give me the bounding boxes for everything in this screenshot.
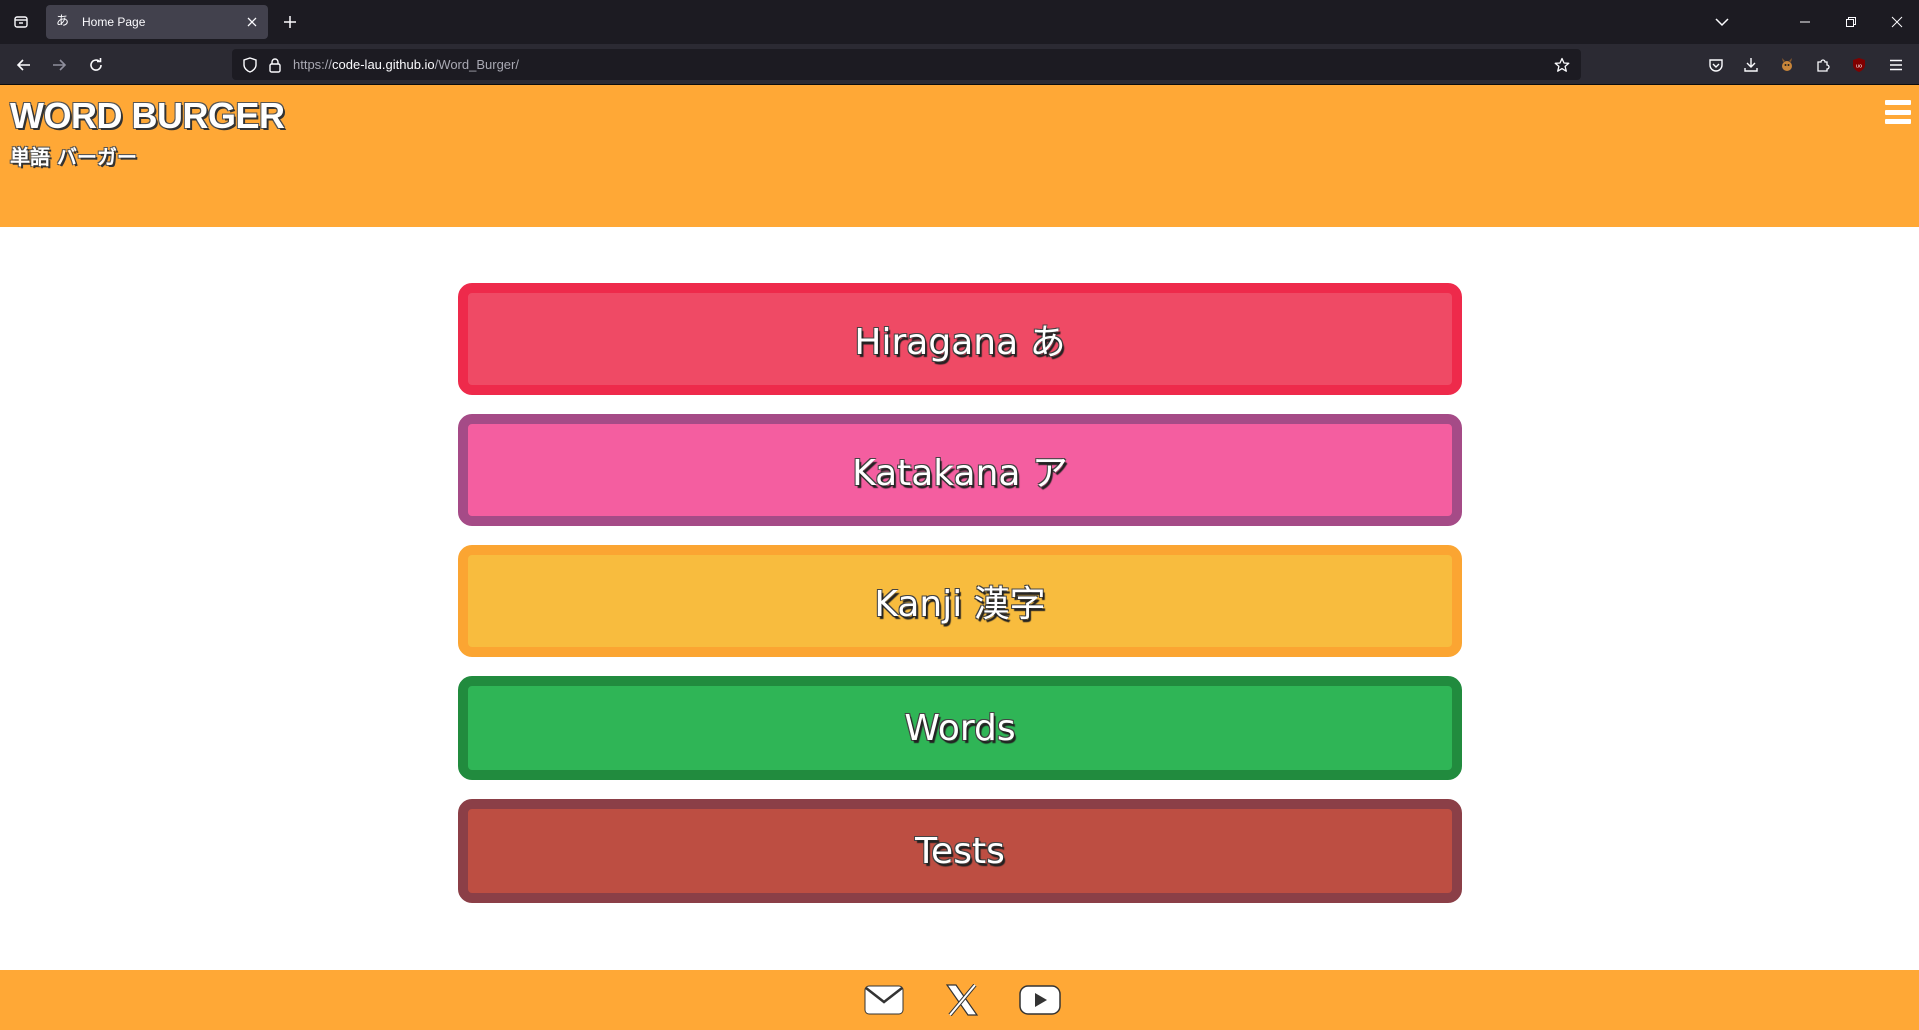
- hiragana-button[interactable]: Hiragana あ: [458, 283, 1462, 395]
- tracking-protection-shield-icon[interactable]: [241, 56, 259, 74]
- close-window-icon[interactable]: [1887, 12, 1907, 32]
- hamburger-menu-icon[interactable]: [1885, 100, 1911, 124]
- site-footer: [0, 970, 1919, 1030]
- address-bar[interactable]: https://code-lau.github.io/Word_Burger/: [232, 49, 1581, 80]
- extensions-puzzle-icon[interactable]: [1813, 55, 1833, 75]
- site-header: WORD BURGER 単語 バーガー: [0, 85, 1919, 227]
- url-path: /Word_Burger/: [434, 57, 519, 72]
- youtube-icon[interactable]: [1019, 980, 1061, 1020]
- kanji-button[interactable]: Kanji 漢字: [458, 545, 1462, 657]
- app-menu-icon[interactable]: [1886, 55, 1906, 75]
- pocket-icon[interactable]: [1706, 55, 1726, 75]
- browser-tab-home[interactable]: あ Home Page: [46, 5, 268, 39]
- svg-text:uo: uo: [1856, 64, 1862, 70]
- tab-title: Home Page: [82, 15, 146, 29]
- minimize-window-icon[interactable]: [1795, 12, 1815, 32]
- url-text[interactable]: https://code-lau.github.io/Word_Burger/: [293, 57, 519, 72]
- ublock-shield-icon[interactable]: uo: [1849, 55, 1869, 75]
- extension-dog-icon[interactable]: [1777, 55, 1797, 75]
- browser-tab-bar: あ Home Page: [0, 0, 1919, 44]
- bookmark-star-icon[interactable]: [1553, 56, 1571, 74]
- hiragana-label: Hiragana あ: [854, 322, 1066, 363]
- lock-icon[interactable]: [266, 56, 284, 74]
- forward-arrow-icon[interactable]: [47, 53, 71, 77]
- restore-window-icon[interactable]: [1841, 12, 1861, 32]
- chevron-down-icon[interactable]: [1712, 12, 1732, 32]
- words-label: Words: [904, 707, 1016, 749]
- tests-button[interactable]: Tests: [458, 799, 1462, 903]
- reload-icon[interactable]: [84, 53, 108, 77]
- words-button[interactable]: Words: [458, 676, 1462, 780]
- new-tab-plus-icon[interactable]: [280, 12, 300, 32]
- site-subtitle: 単語 バーガー: [10, 145, 137, 169]
- kanji-label: Kanji 漢字: [874, 584, 1046, 625]
- url-scheme: https://: [293, 57, 333, 72]
- back-arrow-icon[interactable]: [12, 53, 36, 77]
- mail-icon[interactable]: [864, 980, 904, 1020]
- firefox-view-icon[interactable]: [9, 10, 33, 34]
- tab-favicon: あ: [56, 14, 70, 29]
- downloads-icon[interactable]: [1741, 55, 1761, 75]
- tests-label: Tests: [915, 830, 1005, 872]
- x-icon[interactable]: [944, 980, 980, 1020]
- katakana-button[interactable]: Katakana ア: [458, 414, 1462, 526]
- site-title[interactable]: WORD BURGER: [10, 95, 285, 137]
- url-host: code-lau.github.io: [332, 57, 435, 72]
- katakana-label: Katakana ア: [852, 453, 1068, 494]
- browser-nav-bar: https://code-lau.github.io/Word_Burger/ …: [0, 44, 1919, 85]
- close-tab-icon[interactable]: [244, 14, 260, 30]
